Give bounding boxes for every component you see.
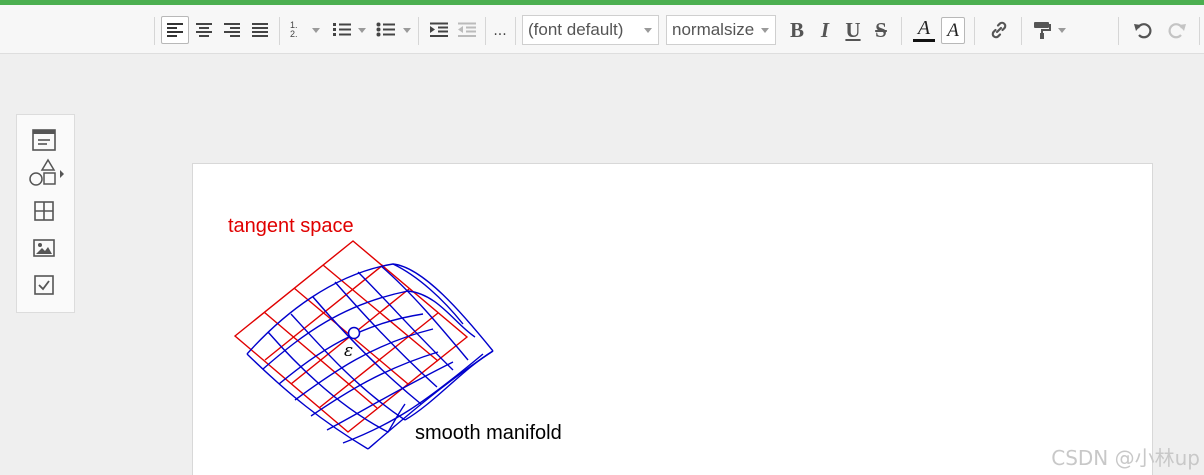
document-page[interactable]: tangent space ε smooth manifold — [192, 163, 1153, 475]
format-painter-button[interactable] — [1030, 16, 1054, 44]
toolbar-separator — [418, 17, 419, 45]
tangent-point-marker[interactable] — [347, 326, 361, 340]
toolbar-separator — [515, 17, 516, 45]
highlight-icon: A — [947, 19, 959, 41]
font-family-select[interactable]: (font default) — [522, 15, 659, 45]
align-left-icon — [167, 23, 183, 37]
table-icon — [34, 201, 54, 221]
underline-button[interactable]: U — [842, 16, 864, 44]
toolbar-separator — [1118, 17, 1119, 45]
font-size-value: normalsize — [672, 20, 755, 39]
smooth-manifold-label: smooth manifold — [415, 422, 562, 444]
insert-image-button[interactable] — [31, 235, 57, 261]
font-size-select[interactable]: normalsize — [666, 15, 776, 45]
strikethrough-button[interactable]: S — [870, 16, 892, 44]
toolbar-separator — [154, 17, 155, 45]
redo-icon — [1168, 23, 1186, 39]
outdent-icon — [458, 22, 476, 37]
image-icon — [33, 239, 55, 257]
undo-icon — [1134, 23, 1152, 39]
toolbar-separator — [279, 17, 280, 45]
insert-card-button[interactable] — [31, 127, 57, 153]
redo-button[interactable] — [1164, 16, 1190, 44]
indent-button[interactable] — [426, 16, 452, 44]
numbered-list-icon — [333, 23, 351, 36]
insert-checkbox-button[interactable] — [31, 272, 57, 298]
ordered-list-button[interactable]: 1.2. — [285, 16, 309, 44]
chevron-down-icon[interactable] — [358, 28, 366, 33]
format-painter-icon — [1034, 22, 1051, 39]
outdent-button[interactable] — [454, 16, 480, 44]
align-justify-button[interactable] — [246, 16, 274, 44]
text-color-button[interactable]: A — [911, 16, 937, 44]
undo-button[interactable] — [1130, 16, 1156, 44]
bold-button[interactable]: B — [786, 16, 808, 44]
point-epsilon-label: ε — [344, 341, 354, 361]
shapes-icon — [29, 158, 64, 186]
insert-table-button[interactable] — [31, 198, 57, 224]
chevron-down-icon — [644, 28, 652, 33]
align-right-button[interactable] — [218, 16, 246, 44]
card-icon — [32, 129, 56, 151]
ordered-list-icon: 1.2. — [290, 20, 298, 39]
toolbar-separator — [974, 17, 975, 45]
tangent-space-label: tangent space — [228, 215, 354, 237]
align-justify-icon — [252, 23, 268, 37]
chevron-down-icon[interactable] — [403, 28, 411, 33]
align-left-button[interactable] — [161, 16, 189, 44]
checkbox-icon — [34, 275, 54, 295]
indent-icon — [430, 22, 448, 37]
link-icon — [991, 21, 1007, 39]
highlight-color-button[interactable]: A — [941, 17, 965, 44]
align-center-button[interactable] — [190, 16, 218, 44]
font-family-value: (font default) — [528, 20, 624, 39]
insert-sidebar — [16, 114, 75, 313]
numbered-list-button[interactable] — [330, 16, 354, 44]
chevron-down-icon — [761, 28, 769, 33]
insert-shapes-button[interactable] — [28, 158, 66, 188]
align-center-icon — [196, 23, 212, 37]
chevron-down-icon[interactable] — [312, 28, 320, 33]
toolbar-separator — [1199, 17, 1200, 45]
chevron-down-icon[interactable] — [1058, 28, 1066, 33]
bullet-list-button[interactable] — [374, 16, 398, 44]
text-color-icon: A — [917, 17, 931, 39]
align-right-icon — [224, 23, 240, 37]
bullet-list-icon — [376, 22, 395, 37]
watermark: CSDN @小林up — [1051, 446, 1200, 470]
text-color-swatch — [913, 39, 935, 42]
toolbar-separator — [901, 17, 902, 45]
toolbar-separator — [485, 17, 486, 45]
toolbar-separator — [1021, 17, 1022, 45]
more-button[interactable]: ... — [490, 17, 510, 45]
editor-toolbar: 1.2. ... (font default) normalsize B I U… — [0, 5, 1204, 54]
link-button[interactable] — [986, 16, 1012, 44]
italic-button[interactable]: I — [814, 16, 836, 44]
